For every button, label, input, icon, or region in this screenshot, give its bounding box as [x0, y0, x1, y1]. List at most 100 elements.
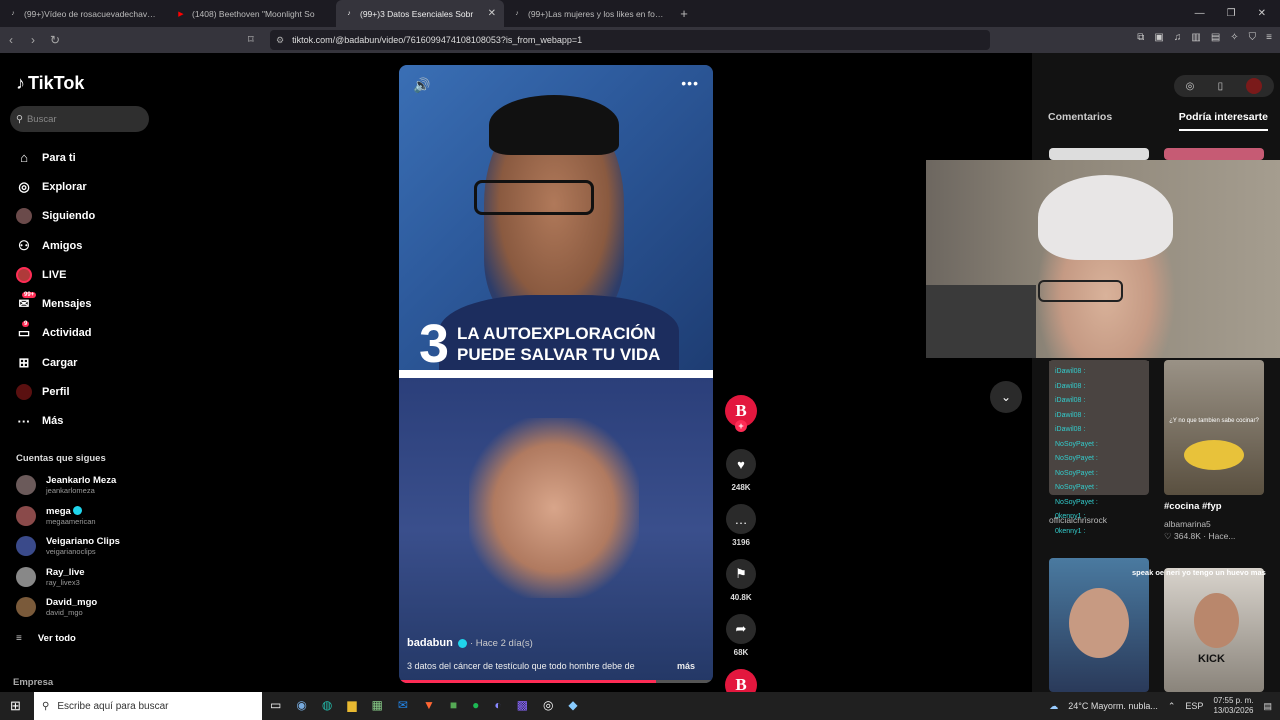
new-tab-icon[interactable]: + [672, 6, 696, 21]
search-input[interactable]: ⚲ Buscar [10, 106, 149, 132]
weather-icon: ☁ [1049, 700, 1059, 711]
browser-tab-bar: ♪ (99+)Vídeo de rosacuevadechaves (@ ▶ (… [0, 0, 1280, 27]
outlook-icon[interactable]: ✉ [398, 698, 408, 712]
bookmark-icon[interactable]: ⌑ [248, 33, 254, 46]
close-window-icon[interactable]: ✕ [1258, 8, 1266, 19]
heart-icon[interactable]: ♥ [726, 449, 756, 479]
task-view-icon[interactable]: ▭ [270, 698, 281, 712]
share-icon[interactable]: ➦ [726, 614, 756, 644]
minimize-icon[interactable]: — [1195, 8, 1205, 19]
action-bar: B + ♥ 248K … 3196 ⚑ 40.8K ➦ 68K B [724, 395, 758, 713]
nav-item-explorar[interactable]: ◎ Explorar [16, 172, 156, 201]
copilot-icon[interactable]: ◉ [296, 698, 306, 712]
next-video-button[interactable]: ⌄ [990, 381, 1022, 413]
taskbar-search-input[interactable]: ⚲ Escribe aquí para buscar [34, 692, 262, 720]
media-icon[interactable]: ♫ [1174, 32, 1182, 43]
close-tab-icon[interactable]: ✕ [488, 8, 496, 19]
suggested-video-thumb[interactable] [1049, 148, 1149, 160]
suggested-video-thumb[interactable]: ¿Y no que tambien sabe cocinar? [1164, 360, 1264, 495]
forward-icon[interactable]: › [22, 33, 44, 47]
nav-item-siguiendo[interactable]: Siguiendo [16, 202, 156, 231]
browser-tab[interactable]: ▶ (1408) Beethoven "Moonlight So [168, 0, 336, 27]
nav-item-para-ti[interactable]: ⌂ Para ti [16, 143, 156, 172]
app-icon[interactable]: ◆ [568, 698, 577, 712]
following-account[interactable]: Jeankarlo Meza jeankarlomeza [16, 475, 116, 495]
follow-plus-icon[interactable]: + [735, 420, 747, 432]
windows-start-icon[interactable]: ⊞ [10, 698, 21, 714]
like-action[interactable]: ♥ 248K [724, 449, 758, 492]
clock[interactable]: 07:55 p. m. 13/03/2026 [1213, 696, 1253, 716]
browser-tab-active[interactable]: ♪ (99+)3 Datos Esenciales Sobr ✕ [336, 0, 504, 27]
store-icon[interactable]: ▦ [372, 698, 383, 712]
tray-chevron-icon[interactable]: ⌃ [1168, 701, 1176, 712]
suggested-video-thumb[interactable]: KICK [1164, 568, 1264, 692]
video-author[interactable]: badabun · Hace 2 día(s) [407, 637, 533, 649]
discord-icon[interactable]: ◐ [494, 698, 501, 712]
video-player[interactable]: 3 LA AUTOEXPLORACIÓN PUEDE SALVAR TU VID… [399, 65, 713, 683]
phone-icon[interactable]: ▯ [1218, 81, 1224, 92]
weather-text[interactable]: 24°C Mayorm. nubla... [1068, 701, 1158, 711]
url-field[interactable]: ⚙ tiktok.com/@badabun/video/761609947410… [270, 30, 990, 50]
file-explorer-icon[interactable]: ▆ [347, 698, 356, 712]
share-action[interactable]: ➦ 68K [724, 614, 758, 657]
vpn-icon[interactable]: ⛉ [1249, 32, 1257, 43]
bookmark-icon[interactable]: ⚑ [726, 559, 756, 589]
account-handle: ray_livex3 [46, 577, 80, 587]
language-indicator[interactable]: ESP [1185, 701, 1203, 711]
leo-icon[interactable]: ✧ [1230, 32, 1238, 43]
nav-item-perfil[interactable]: Perfil [16, 377, 156, 406]
nav-item-live[interactable]: LIVE [16, 260, 156, 289]
card-user[interactable]: albamarina5 [1164, 519, 1211, 529]
minecraft-icon[interactable]: ■ [450, 698, 457, 712]
tiktok-logo[interactable]: ♪ TikTok [16, 73, 84, 94]
account-name: Veigariano Clips [46, 536, 120, 547]
notification-icon[interactable]: ▤ [1263, 701, 1272, 712]
menu-icon[interactable]: ≡ [1266, 32, 1272, 43]
browser-tab[interactable]: ♪ (99+)Vídeo de rosacuevadechaves (@ [0, 0, 168, 27]
back-icon[interactable]: ‹ [0, 33, 22, 47]
video-progress-bar[interactable] [399, 680, 713, 683]
following-account[interactable]: mega megaamerican [16, 505, 96, 526]
following-account[interactable]: David_mgo david_mgo [16, 597, 97, 617]
upload-icon: ⊞ [18, 354, 30, 370]
footer-link[interactable]: Empresa [13, 677, 53, 688]
comment-icon[interactable]: … [726, 504, 756, 534]
tiktok-page: ♪ TikTok ⚲ Buscar ⌂ Para ti ◎ Explorar Sigui… [0, 53, 1280, 701]
suggested-video-thumb[interactable] [1164, 148, 1264, 160]
browser-tab[interactable]: ♪ (99+)Las mujeres y los likes en fotos [504, 0, 672, 27]
nav-item-más[interactable]: ··· Más [16, 407, 156, 436]
save-action[interactable]: ⚑ 40.8K [724, 559, 758, 602]
spotify-icon[interactable]: ● [472, 698, 479, 712]
edge-icon[interactable]: ◍ [322, 698, 332, 712]
tab-podria-interesarte[interactable]: Podría interesarte [1178, 111, 1268, 131]
sidebar-icon[interactable]: ▥ [1191, 32, 1200, 43]
following-account[interactable]: Ray_live ray_livex3 [16, 566, 85, 587]
nav-item-mensajes[interactable]: ✉ 99+ Mensajes [16, 289, 156, 318]
extensions-icon[interactable]: ⧉ [1137, 32, 1144, 43]
tab-comentarios[interactable]: Comentarios [1048, 111, 1112, 131]
comment-action[interactable]: … 3196 [724, 504, 758, 547]
avatar [16, 505, 36, 526]
app-grid-icon[interactable]: ▩ [517, 698, 528, 712]
user-avatar[interactable] [1246, 78, 1263, 94]
nav-item-amigos[interactable]: ⚇ Amigos [16, 231, 156, 260]
reload-icon[interactable]: ↻ [44, 33, 66, 47]
obs-icon[interactable]: ◎ [543, 698, 553, 712]
wallet-icon[interactable]: ▤ [1211, 32, 1220, 43]
chat-line: 0kenny1 : [1055, 527, 1086, 535]
compass-icon[interactable]: ◎ [1186, 81, 1195, 92]
restore-icon[interactable]: ❐ [1227, 8, 1236, 19]
nav-item-actividad[interactable]: ▭ 9 Actividad [16, 319, 156, 348]
following-account[interactable]: Veigariano Clips veigarianoclips [16, 536, 120, 556]
nav-item-cargar[interactable]: ⊞ Cargar [16, 348, 156, 377]
more-button[interactable]: más [677, 661, 695, 671]
more-options-icon[interactable]: ••• [681, 75, 699, 91]
author-avatar[interactable]: B + [725, 395, 757, 432]
site-info-icon[interactable]: ⚙ [276, 35, 284, 46]
card-caption[interactable]: #cocina #fyp [1164, 501, 1222, 512]
brave-icon[interactable]: ▼ [423, 698, 435, 712]
suggested-video-thumb[interactable] [1049, 558, 1149, 692]
see-all-link[interactable]: ≡ Ver todo [16, 633, 76, 644]
volume-icon[interactable]: 🔊 [413, 77, 430, 94]
screenshot-icon[interactable]: ▣ [1154, 32, 1163, 43]
